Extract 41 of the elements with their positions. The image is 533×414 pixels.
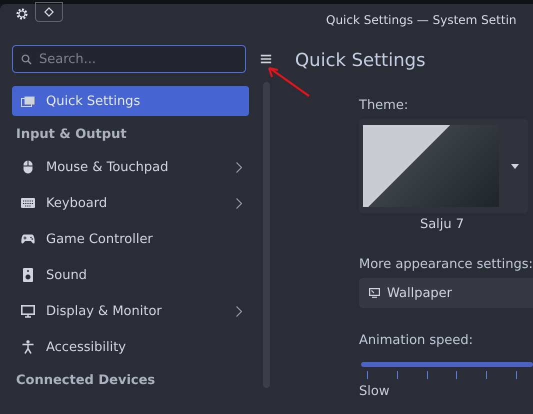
- tick-mark: [516, 371, 517, 379]
- sidebar-item[interactable]: Display & Monitor: [12, 296, 249, 326]
- menu-icon[interactable]: [260, 53, 272, 65]
- app-gear-icon[interactable]: [15, 7, 29, 21]
- sidebar-item[interactable]: Accessibility: [12, 332, 249, 362]
- sidebar-item[interactable]: Game Controller: [12, 224, 249, 254]
- search-icon: [21, 54, 32, 65]
- tick-mark: [426, 371, 428, 379]
- section-heading: Input & Output: [15, 126, 128, 144]
- theme-label: Theme:: [359, 98, 410, 113]
- keyboard-icon: [21, 198, 35, 208]
- section-heading: Connected Devices: [15, 372, 156, 390]
- gamepad-icon: [21, 234, 35, 244]
- annotation-arrow: [268, 67, 310, 97]
- window-title: Quick Settings — System Settin: [326, 13, 517, 27]
- page-title: Quick Settings: [295, 50, 426, 71]
- slider-bar[interactable]: [361, 362, 533, 367]
- sidebar-item[interactable]: Keyboard: [12, 188, 249, 218]
- search-field[interactable]: Search...: [12, 45, 246, 73]
- theme-name: Salju 7: [418, 217, 466, 232]
- windows-icon: [21, 96, 35, 106]
- theme-preview-card[interactable]: [359, 119, 528, 213]
- diamond-icon: [44, 7, 54, 17]
- tick-mark: [367, 371, 368, 379]
- sidebar-item[interactable]: Quick Settings: [12, 86, 249, 116]
- monitor-icon: [369, 288, 380, 298]
- animation-speed-label: Animation speed:: [359, 333, 474, 348]
- slider-min-label: Slow: [359, 384, 390, 399]
- sidebar-item[interactable]: Sound: [12, 260, 249, 290]
- mouse-icon: [23, 160, 33, 174]
- monitor-icon: [21, 304, 35, 318]
- dropdown-arrow-icon[interactable]: [511, 164, 519, 168]
- pin-button[interactable]: [35, 2, 63, 22]
- sidebar-item[interactable]: Mouse & Touchpad: [12, 152, 249, 182]
- tick-mark: [486, 371, 488, 379]
- tick-mark: [456, 371, 458, 379]
- tick-mark: [396, 371, 398, 379]
- appearance-label: More appearance settings:: [359, 257, 533, 272]
- person-icon: [22, 340, 34, 354]
- wallpaper-button[interactable]: Wallpaper: [359, 278, 533, 308]
- speaker-icon: [23, 268, 33, 282]
